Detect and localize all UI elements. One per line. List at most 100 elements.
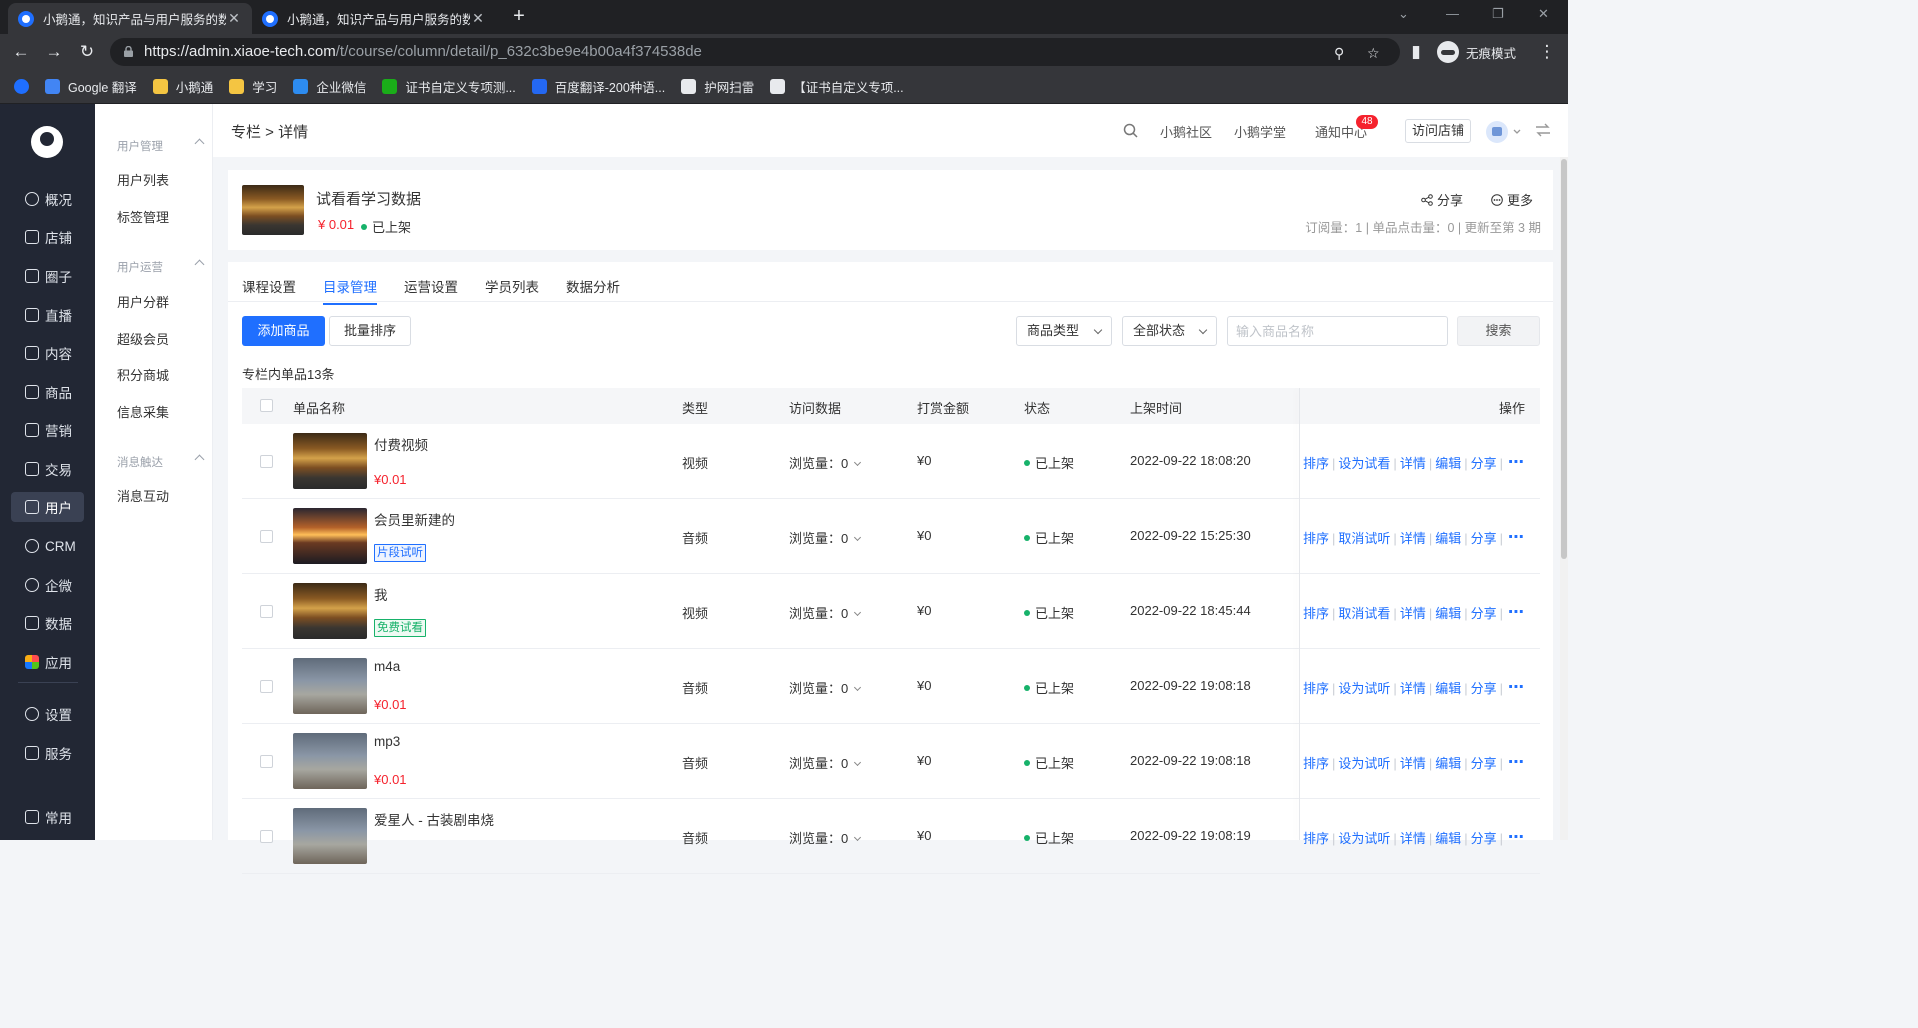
more-actions-icon[interactable]: ⋯: [1508, 677, 1525, 697]
visit-data[interactable]: 浏览量：0: [789, 603, 862, 622]
sidebar-item-data[interactable]: 数据: [11, 608, 84, 638]
table-row[interactable]: m4a ¥0.01 音频 浏览量：0 ¥0 已上架 2022-09-22 19:08:18 排…: [242, 649, 1540, 724]
op-edit-link[interactable]: 编辑: [1435, 606, 1461, 621]
table-row[interactable]: 我免费试看 视频 浏览量：0 ¥0 已上架 2022-09-22 18:45:44 排序 | 取…: [242, 574, 1540, 649]
sidebar-item-trade[interactable]: 交易: [11, 454, 84, 484]
bookmark-item[interactable]: 证书自定义专项测...: [382, 77, 516, 96]
row-checkbox[interactable]: [260, 755, 273, 768]
forward-icon[interactable]: →: [44, 42, 64, 62]
restore-icon[interactable]: ❐: [1492, 6, 1504, 22]
apps-bookmark-icon[interactable]: [14, 79, 29, 94]
subnav-section-heading[interactable]: 用户管理: [117, 138, 205, 154]
incognito-indicator[interactable]: 无痕模式: [1437, 41, 1516, 63]
op-share-link[interactable]: 分享: [1471, 681, 1497, 696]
search-button[interactable]: 搜索: [1457, 316, 1540, 346]
row-checkbox[interactable]: [260, 530, 273, 543]
table-row[interactable]: mp3 ¥0.01 音频 浏览量：0 ¥0 已上架 2022-09-22 19:08:18 排…: [242, 724, 1540, 799]
op-detail-link[interactable]: 详情: [1400, 531, 1426, 546]
row-checkbox[interactable]: [260, 455, 273, 468]
subnav-item[interactable]: 用户列表: [117, 170, 169, 189]
table-row[interactable]: 会员里新建的 片段试听 音频 浏览量：0 ¥0 已上架 2022-09-22 15:25:3…: [242, 499, 1540, 574]
op-sort-link[interactable]: 排序: [1303, 681, 1329, 696]
op-trial-link[interactable]: 取消试看: [1338, 606, 1390, 621]
product-name[interactable]: m4a: [374, 659, 400, 674]
visit-data[interactable]: 浏览量：0: [789, 753, 862, 772]
select-all-checkbox[interactable]: [260, 399, 273, 412]
app-logo[interactable]: [31, 126, 63, 158]
status-filter-select[interactable]: 全部状态: [1122, 316, 1217, 346]
table-row[interactable]: 爱星人 - 古装剧串烧 音频 浏览量：0 ¥0 已上架 2022-09-22 19:08:…: [242, 799, 1540, 874]
visit-data[interactable]: 浏览量：0: [789, 828, 862, 847]
product-name[interactable]: 爱星人 - 古装剧串烧: [374, 809, 494, 829]
subnav-item[interactable]: 用户分群: [117, 292, 169, 311]
reload-icon[interactable]: ↻: [77, 42, 97, 62]
op-edit-link[interactable]: 编辑: [1435, 681, 1461, 696]
share-button[interactable]: 分享: [1421, 190, 1463, 209]
account-avatar[interactable]: [1486, 121, 1508, 143]
op-detail-link[interactable]: 详情: [1400, 831, 1426, 846]
chevron-down-icon[interactable]: [1513, 129, 1521, 135]
zoom-icon[interactable]: ⚲: [1334, 45, 1344, 62]
op-detail-link[interactable]: 详情: [1400, 456, 1426, 471]
op-sort-link[interactable]: 排序: [1303, 831, 1329, 846]
bookmark-item[interactable]: Google 翻译: [45, 77, 137, 96]
op-edit-link[interactable]: 编辑: [1435, 531, 1461, 546]
browser-menu-icon[interactable]: ⋮: [1537, 42, 1557, 62]
sidebar-item-favorites[interactable]: 常用: [11, 802, 84, 832]
tab-student-list[interactable]: 学员列表: [485, 276, 539, 296]
product-name[interactable]: 付费视频: [374, 434, 428, 454]
more-actions-icon[interactable]: ⋯: [1508, 527, 1525, 547]
sidebar-item-dashboard[interactable]: 概况: [11, 184, 84, 214]
academy-link[interactable]: 小鹅学堂: [1234, 122, 1286, 141]
row-checkbox[interactable]: [260, 830, 273, 843]
breadcrumb[interactable]: 专栏 > 详情: [231, 121, 308, 142]
op-sort-link[interactable]: 排序: [1303, 531, 1329, 546]
new-tab-icon[interactable]: +: [508, 6, 530, 28]
product-type-select[interactable]: 商品类型: [1016, 316, 1112, 346]
page-scrollbar[interactable]: [1560, 157, 1568, 840]
product-name-search-input[interactable]: [1227, 316, 1448, 346]
close-window-icon[interactable]: ✕: [1538, 6, 1549, 22]
op-detail-link[interactable]: 详情: [1400, 681, 1426, 696]
product-name[interactable]: 会员里新建的: [374, 509, 455, 529]
op-sort-link[interactable]: 排序: [1303, 606, 1329, 621]
sidebar-item-community[interactable]: 圈子: [11, 261, 84, 291]
sidebar-item-service[interactable]: 服务: [11, 738, 84, 768]
sidebar-item-marketing[interactable]: 营销: [11, 415, 84, 445]
op-share-link[interactable]: 分享: [1471, 756, 1497, 771]
op-share-link[interactable]: 分享: [1471, 831, 1497, 846]
tab-course-settings[interactable]: 课程设置: [242, 276, 296, 296]
browser-tab[interactable]: 小鹅通，知识产品与用户服务的数 ✕: [8, 3, 252, 34]
sidebar-item-apps[interactable]: 应用: [11, 647, 84, 677]
op-sort-link[interactable]: 排序: [1303, 756, 1329, 771]
batch-sort-button[interactable]: 批量排序: [329, 316, 411, 346]
bookmark-item[interactable]: 【证书自定义专项...: [770, 77, 904, 96]
op-trial-link[interactable]: 设为试听: [1338, 681, 1390, 696]
op-share-link[interactable]: 分享: [1471, 456, 1497, 471]
subnav-section-heading[interactable]: 用户运营: [117, 259, 205, 275]
subnav-item[interactable]: 积分商城: [117, 365, 169, 384]
op-share-link[interactable]: 分享: [1471, 606, 1497, 621]
row-checkbox[interactable]: [260, 680, 273, 693]
subnav-item[interactable]: 标签管理: [117, 207, 169, 226]
community-link[interactable]: 小鹅社区: [1160, 122, 1212, 141]
tab-search-icon[interactable]: ⌄: [1398, 6, 1409, 22]
sidebar-item-user[interactable]: 用户: [11, 492, 84, 522]
close-tab-icon[interactable]: ✕: [470, 10, 486, 27]
tab-data-analysis[interactable]: 数据分析: [566, 276, 620, 296]
visit-data[interactable]: 浏览量：0: [789, 528, 862, 547]
scrollbar-thumb[interactable]: [1561, 159, 1567, 559]
visit-data[interactable]: 浏览量：0: [789, 678, 862, 697]
op-sort-link[interactable]: 排序: [1303, 456, 1329, 471]
sidebar-item-crm[interactable]: CRM: [11, 531, 84, 561]
bookmark-item[interactable]: 护网扫雷: [681, 77, 754, 96]
subnav-section-heading[interactable]: 消息触达: [117, 454, 205, 470]
sidebar-item-content[interactable]: 内容: [11, 338, 84, 368]
sidebar-item-settings[interactable]: 设置: [11, 699, 84, 729]
op-edit-link[interactable]: 编辑: [1435, 756, 1461, 771]
side-panel-icon[interactable]: ▮: [1406, 42, 1426, 62]
op-edit-link[interactable]: 编辑: [1435, 831, 1461, 846]
switch-icon[interactable]: [1535, 123, 1551, 137]
sidebar-item-goods[interactable]: 商品: [11, 377, 84, 407]
op-trial-link[interactable]: 设为试看: [1338, 456, 1390, 471]
